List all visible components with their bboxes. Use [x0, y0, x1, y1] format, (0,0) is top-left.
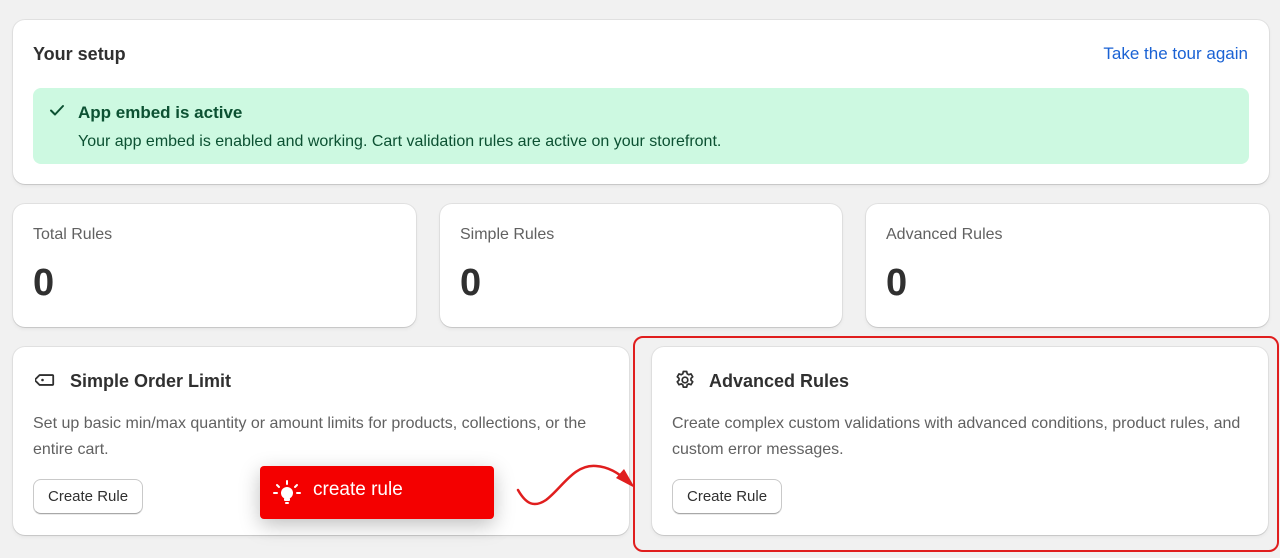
curved-arrow-icon	[516, 464, 635, 506]
checkmark-icon	[50, 105, 64, 116]
banner-text: Your app embed is enabled and working. C…	[78, 133, 722, 150]
highlight-box	[633, 336, 1279, 552]
banner-title: App embed is active	[78, 103, 243, 122]
lightbulb-icon	[273, 480, 301, 504]
stat-card-simple-rules: Simple Rules 0	[440, 204, 842, 327]
setup-title: Your setup	[33, 44, 126, 64]
stat-card-total-rules: Total Rules 0	[13, 204, 416, 327]
stat-label: Advanced Rules	[886, 226, 1003, 243]
stat-value: 0	[460, 262, 482, 304]
tag-icon	[35, 374, 55, 386]
take-tour-link[interactable]: Take the tour again	[1103, 44, 1248, 64]
stat-card-advanced-rules: Advanced Rules 0	[866, 204, 1269, 327]
simple-card-title: Simple Order Limit	[70, 371, 232, 391]
create-simple-rule-button[interactable]: Create Rule	[33, 479, 144, 514]
stat-value: 0	[33, 262, 55, 304]
stat-label: Total Rules	[33, 226, 113, 243]
callout-text: create rule	[313, 479, 403, 500]
app-embed-banner: App embed is active Your app embed is en…	[33, 88, 1249, 164]
setup-card: Your setup Take the tour again App embed…	[13, 20, 1269, 184]
create-rule-callout: create rule	[260, 466, 494, 519]
simple-card-description: Set up basic min/max quantity or amount …	[33, 415, 587, 458]
stat-value: 0	[886, 262, 908, 304]
stat-label: Simple Rules	[460, 226, 555, 243]
